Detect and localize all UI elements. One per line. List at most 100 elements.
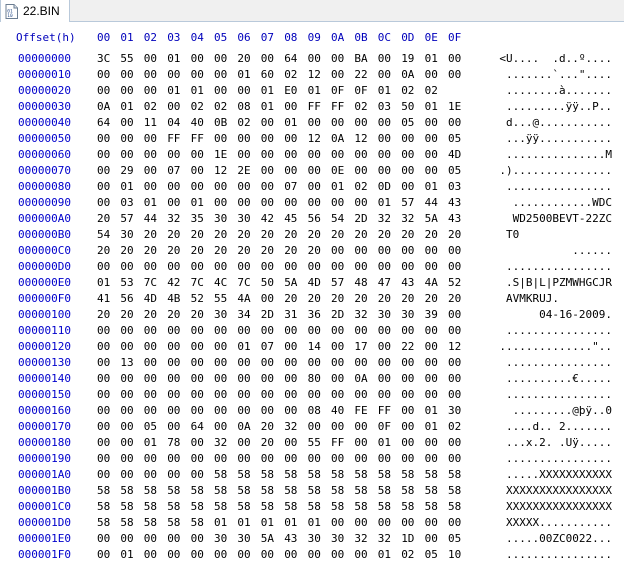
hex-byte[interactable]: 00 [331,260,349,273]
hex-byte[interactable]: 20 [191,244,209,257]
hex-byte[interactable]: 00 [97,340,115,353]
hex-byte[interactable]: 00 [448,52,466,65]
hex-byte[interactable]: 00 [284,340,302,353]
hex-byte[interactable]: 58 [214,500,232,513]
hex-byte[interactable]: 45 [284,212,302,225]
hex-byte[interactable]: 00 [144,340,162,353]
hex-byte[interactable]: 20 [214,244,232,257]
hex-byte[interactable]: 00 [378,516,396,529]
hex-byte[interactable]: 08 [237,100,255,113]
hex-byte[interactable]: 00 [144,532,162,545]
hex-byte[interactable]: 01 [425,180,443,193]
hex-byte[interactable]: 00 [191,356,209,369]
hex-byte[interactable]: 30 [378,308,396,321]
hex-byte[interactable]: 00 [261,180,279,193]
hex-byte[interactable]: 00 [401,164,419,177]
hex-byte[interactable]: 32 [401,212,419,225]
hex-byte[interactable]: 4D [448,148,466,161]
hex-byte[interactable]: 35 [191,212,209,225]
hex-byte[interactable]: 00 [308,452,326,465]
hex-byte[interactable]: 01 [378,548,396,561]
hex-byte[interactable]: 5A [284,276,302,289]
hex-byte[interactable]: 00 [331,548,349,561]
hex-byte[interactable]: 20 [425,292,443,305]
hex-byte[interactable]: 01 [261,100,279,113]
hex-byte[interactable]: 0B [214,116,232,129]
hex-byte[interactable]: 30 [214,308,232,321]
hex-byte[interactable]: 20 [425,228,443,241]
hex-byte[interactable]: 00 [120,84,138,97]
ascii-text[interactable]: XXXXXXXXXXXXXXXX [506,484,612,497]
hex-byte[interactable]: 00 [214,324,232,337]
hex-byte[interactable]: 00 [97,180,115,193]
hex-byte[interactable]: 00 [284,436,302,449]
hex-byte[interactable]: 58 [97,516,115,529]
hex-byte[interactable]: 58 [308,484,326,497]
hex-byte[interactable]: 01 [167,84,185,97]
hex-byte[interactable]: 20 [308,228,326,241]
ascii-text[interactable]: 04-16-2009. [506,308,612,321]
hex-byte[interactable]: 01 [284,516,302,529]
hex-byte[interactable]: 00 [354,196,372,209]
hex-byte[interactable]: 00 [401,452,419,465]
hex-byte[interactable]: 34 [237,308,255,321]
hex-byte[interactable]: 00 [425,132,443,145]
hex-byte[interactable]: 00 [237,324,255,337]
hex-byte[interactable]: 00 [144,68,162,81]
hex-byte[interactable]: 4D [308,276,326,289]
hex-byte[interactable]: 00 [308,52,326,65]
hex-byte[interactable]: 00 [448,260,466,273]
hex-byte[interactable]: 7C [144,276,162,289]
hex-byte[interactable]: 00 [144,180,162,193]
hex-byte[interactable]: 00 [144,260,162,273]
hex-byte[interactable]: 00 [378,356,396,369]
hex-byte[interactable]: 2D [261,308,279,321]
hex-byte[interactable]: 00 [331,52,349,65]
hex-byte[interactable]: 20 [167,228,185,241]
hex-byte[interactable]: 00 [120,260,138,273]
hex-byte[interactable]: 00 [214,68,232,81]
hex-byte[interactable]: 00 [331,388,349,401]
hex-byte[interactable]: 04 [167,116,185,129]
hex-byte[interactable]: 30 [401,308,419,321]
hex-byte[interactable]: 00 [237,260,255,273]
hex-byte[interactable]: 01 [97,276,115,289]
hex-byte[interactable]: 01 [308,84,326,97]
hex-byte[interactable]: 00 [97,260,115,273]
hex-byte[interactable]: 0A [354,372,372,385]
hex-byte[interactable]: 58 [354,484,372,497]
hex-byte[interactable]: 00 [167,532,185,545]
hex-byte[interactable]: 01 [167,52,185,65]
hex-byte[interactable]: 00 [97,68,115,81]
hex-byte[interactable]: 58 [308,468,326,481]
hex-byte[interactable]: 00 [354,388,372,401]
ascii-text[interactable]: ................ [506,356,612,369]
hex-byte[interactable]: 20 [214,228,232,241]
hex-byte[interactable]: 08 [308,404,326,417]
hex-byte[interactable]: 01 [331,180,349,193]
hex-byte[interactable]: 01 [237,516,255,529]
hex-byte[interactable]: 20 [378,292,396,305]
hex-byte[interactable]: 0D [378,180,396,193]
hex-byte[interactable]: 00 [308,388,326,401]
hex-byte[interactable]: 00 [448,116,466,129]
hex-byte[interactable]: 30 [448,404,466,417]
hex-byte[interactable]: 00 [237,84,255,97]
ascii-text[interactable]: AVMKRUJ. [506,292,612,305]
hex-byte[interactable]: 30 [120,228,138,241]
hex-byte[interactable]: 00 [378,244,396,257]
hex-byte[interactable]: 00 [261,52,279,65]
hex-byte[interactable]: 58 [214,484,232,497]
hex-byte[interactable]: 00 [308,180,326,193]
hex-byte[interactable]: 00 [308,324,326,337]
hex-byte[interactable]: 00 [120,436,138,449]
hex-byte[interactable]: FE [354,404,372,417]
hex-byte[interactable]: 00 [261,148,279,161]
hex-byte[interactable]: 00 [354,452,372,465]
hex-byte[interactable]: 00 [191,260,209,273]
hex-byte[interactable]: 01 [120,100,138,113]
ascii-text[interactable]: ........à....... [506,84,612,97]
hex-byte[interactable]: 56 [308,212,326,225]
hex-byte[interactable]: 58 [167,484,185,497]
hex-byte[interactable]: 20 [144,244,162,257]
